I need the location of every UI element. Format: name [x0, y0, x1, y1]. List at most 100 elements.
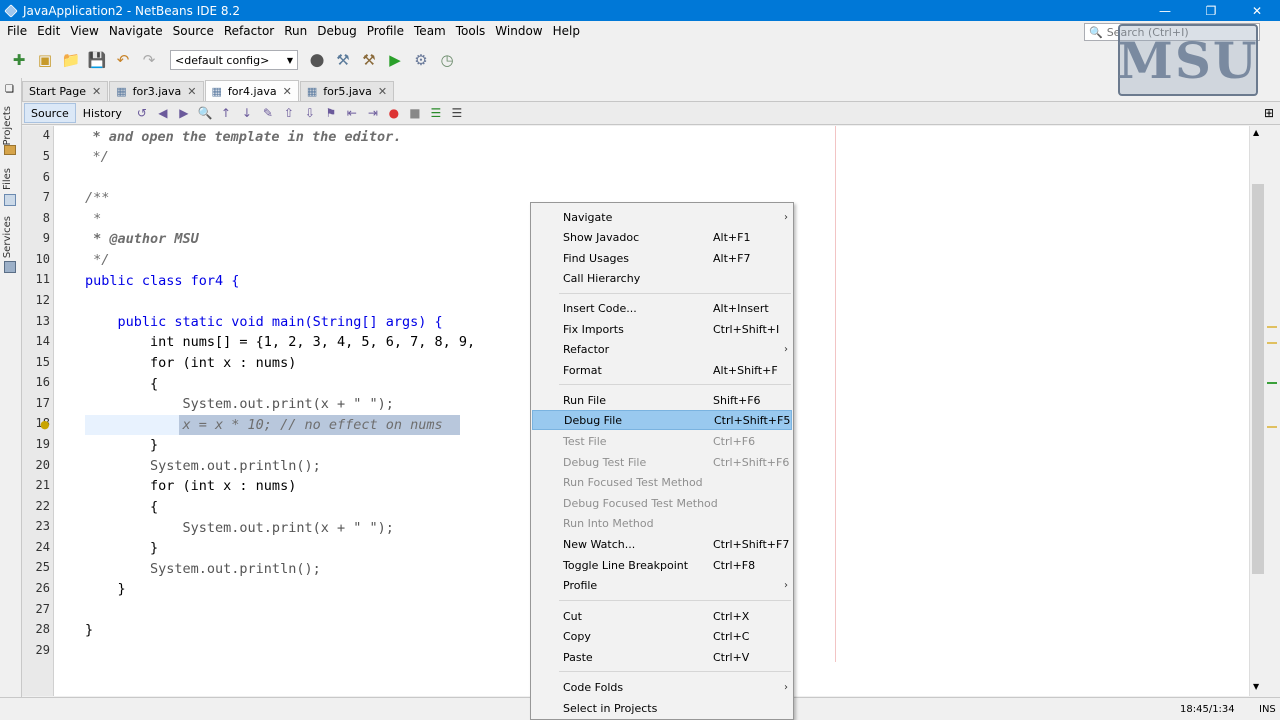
tab-start-page[interactable]: Start Page ✕ — [22, 81, 109, 101]
code-line: System.out.println(); — [85, 561, 321, 577]
close-button[interactable]: ✕ — [1234, 0, 1280, 21]
menu-window[interactable]: Window — [490, 21, 547, 42]
history-view-button[interactable]: History — [76, 103, 129, 123]
menu-item-fix-imports[interactable]: Fix Imports Ctrl+Shift+I — [532, 319, 792, 339]
menu-item-call-hierarchy[interactable]: Call Hierarchy — [532, 268, 792, 288]
warning-mark[interactable] — [1267, 326, 1277, 328]
lightbulb-hint-icon[interactable]: ● — [40, 418, 50, 431]
scroll-up-icon[interactable]: ▲ — [1253, 128, 1259, 137]
close-icon[interactable]: ✕ — [92, 85, 101, 98]
menu-item-copy[interactable]: Copy Ctrl+C — [532, 626, 792, 646]
back-icon[interactable]: ◀ — [155, 105, 171, 121]
tab-services[interactable]: Services — [2, 216, 13, 258]
menu-profile[interactable]: Profile — [362, 21, 409, 42]
comment-icon[interactable]: ☰ — [428, 105, 444, 121]
chevron-right-icon: › — [784, 343, 788, 355]
find-next-icon[interactable]: ↓ — [239, 105, 255, 121]
new-file-icon[interactable]: ✚ — [8, 49, 30, 71]
menu-run[interactable]: Run — [279, 21, 312, 42]
menu-item-refactor[interactable]: Refactor › — [532, 339, 792, 359]
menu-item-toggle-line-breakpoint[interactable]: Toggle Line Breakpoint Ctrl+F8 — [532, 555, 792, 575]
find-previous-icon[interactable]: ↑ — [218, 105, 234, 121]
toggle-bookmark-icon[interactable]: ⚑ — [323, 105, 339, 121]
menu-item-run-file[interactable]: Run File Shift+F6 — [532, 390, 792, 410]
netbeans-app-icon — [4, 3, 18, 18]
menu-debug[interactable]: Debug — [312, 21, 361, 42]
maximize-button[interactable]: ❐ — [1188, 0, 1234, 21]
new-project-icon[interactable]: ▣ — [34, 49, 56, 71]
menu-item-show-javadoc[interactable]: Show Javadoc Alt+F1 — [532, 227, 792, 247]
code-line: */ — [85, 252, 110, 268]
close-icon[interactable]: ✕ — [378, 85, 387, 98]
restore-window-icon[interactable]: ❏ — [5, 84, 14, 95]
scrollbar-thumb[interactable] — [1252, 184, 1264, 574]
find-selection-icon[interactable]: 🔍 — [197, 105, 213, 121]
menu-view[interactable]: View — [65, 21, 103, 42]
menu-item-debug-test-file[interactable]: Debug Test File Ctrl+Shift+F6 — [532, 452, 792, 472]
warning-mark[interactable] — [1267, 426, 1277, 428]
menu-item-format[interactable]: Format Alt+Shift+F — [532, 360, 792, 380]
shift-right-icon[interactable]: ⇥ — [365, 105, 381, 121]
undo-icon[interactable]: ↶ — [112, 49, 134, 71]
stop-macro-icon[interactable]: ■ — [407, 105, 423, 121]
menu-item-new-watch[interactable]: New Watch... Ctrl+Shift+F7 — [532, 534, 792, 554]
minimize-button[interactable]: — — [1142, 0, 1188, 21]
menu-item-debug-focused-test-method[interactable]: Debug Focused Test Method — [532, 493, 792, 513]
code-line: } — [85, 540, 159, 556]
menu-item-run-focused-test-method[interactable]: Run Focused Test Method — [532, 472, 792, 492]
debug-project-icon[interactable]: ⚙ — [410, 49, 432, 71]
profile-project-icon[interactable]: ◷ — [436, 49, 458, 71]
previous-bookmark-icon[interactable]: ⇧ — [281, 105, 297, 121]
warning-mark[interactable] — [1267, 342, 1277, 344]
vertical-scrollbar[interactable]: ▲ ▼ — [1249, 126, 1265, 696]
shift-left-icon[interactable]: ⇤ — [344, 105, 360, 121]
forward-icon[interactable]: ▶ — [176, 105, 192, 121]
tab-for3-java[interactable]: ▦ for3.java ✕ — [109, 81, 204, 101]
projects-icon — [4, 145, 16, 155]
start-macro-icon[interactable]: ● — [386, 105, 402, 121]
menu-help[interactable]: Help — [548, 21, 585, 42]
build-hammer-icon[interactable]: ⚒ — [332, 49, 354, 71]
menu-tools[interactable]: Tools — [451, 21, 491, 42]
menu-item-cut[interactable]: Cut Ctrl+X — [532, 606, 792, 626]
split-editor-icon[interactable]: ⊞ — [1264, 106, 1274, 120]
clean-build-icon[interactable]: ⚒ — [358, 49, 380, 71]
run-project-icon[interactable]: ▶ — [384, 49, 406, 71]
next-bookmark-icon[interactable]: ⇩ — [302, 105, 318, 121]
tab-files[interactable]: Files — [2, 168, 13, 190]
config-dropdown[interactable]: <default config> ▼ — [170, 50, 298, 70]
menu-item-find-usages[interactable]: Find Usages Alt+F7 — [532, 248, 792, 268]
menu-item-navigate[interactable]: Navigate › — [532, 207, 792, 227]
menu-item-profile[interactable]: Profile › — [532, 575, 792, 595]
menu-item-run-into-method[interactable]: Run Into Method — [532, 513, 792, 533]
menu-edit[interactable]: Edit — [32, 21, 65, 42]
menu-item-debug-file[interactable]: Debug File Ctrl+Shift+F5 — [532, 410, 792, 430]
uncomment-icon[interactable]: ☰ — [449, 105, 465, 121]
menu-navigate[interactable]: Navigate — [104, 21, 168, 42]
line-number: 19 — [35, 437, 50, 451]
menu-item-insert-code[interactable]: Insert Code... Alt+Insert — [532, 298, 792, 318]
open-project-icon[interactable]: 📁 — [60, 49, 82, 71]
menu-file[interactable]: File — [2, 21, 32, 42]
scroll-down-icon[interactable]: ▼ — [1253, 682, 1259, 691]
code-line: */ — [60, 149, 109, 165]
menu-team[interactable]: Team — [409, 21, 451, 42]
tab-for5-java[interactable]: ▦ for5.java ✕ — [299, 81, 395, 101]
last-edit-icon[interactable]: ↺ — [134, 105, 150, 121]
menu-source[interactable]: Source — [168, 21, 219, 42]
menu-item-test-file[interactable]: Test File Ctrl+F6 — [532, 431, 792, 451]
menu-item-select-in-projects[interactable]: Select in Projects — [532, 698, 792, 718]
toggle-highlight-icon[interactable]: ✎ — [260, 105, 276, 121]
tab-projects[interactable]: Projects — [2, 106, 13, 145]
save-all-icon[interactable]: 💾 — [86, 49, 108, 71]
redo-icon[interactable]: ↷ — [138, 49, 160, 71]
source-view-button[interactable]: Source — [24, 103, 76, 123]
tab-for4-java[interactable]: ▦ for4.java ✕ — [204, 80, 299, 101]
menu-refactor[interactable]: Refactor — [219, 21, 279, 42]
ok-mark[interactable] — [1267, 382, 1277, 384]
globe-icon[interactable]: ● — [306, 49, 328, 71]
close-icon[interactable]: ✕ — [283, 85, 292, 98]
menu-item-paste[interactable]: Paste Ctrl+V — [532, 647, 792, 667]
close-icon[interactable]: ✕ — [187, 85, 196, 98]
menu-item-code-folds[interactable]: Code Folds › — [532, 677, 792, 697]
